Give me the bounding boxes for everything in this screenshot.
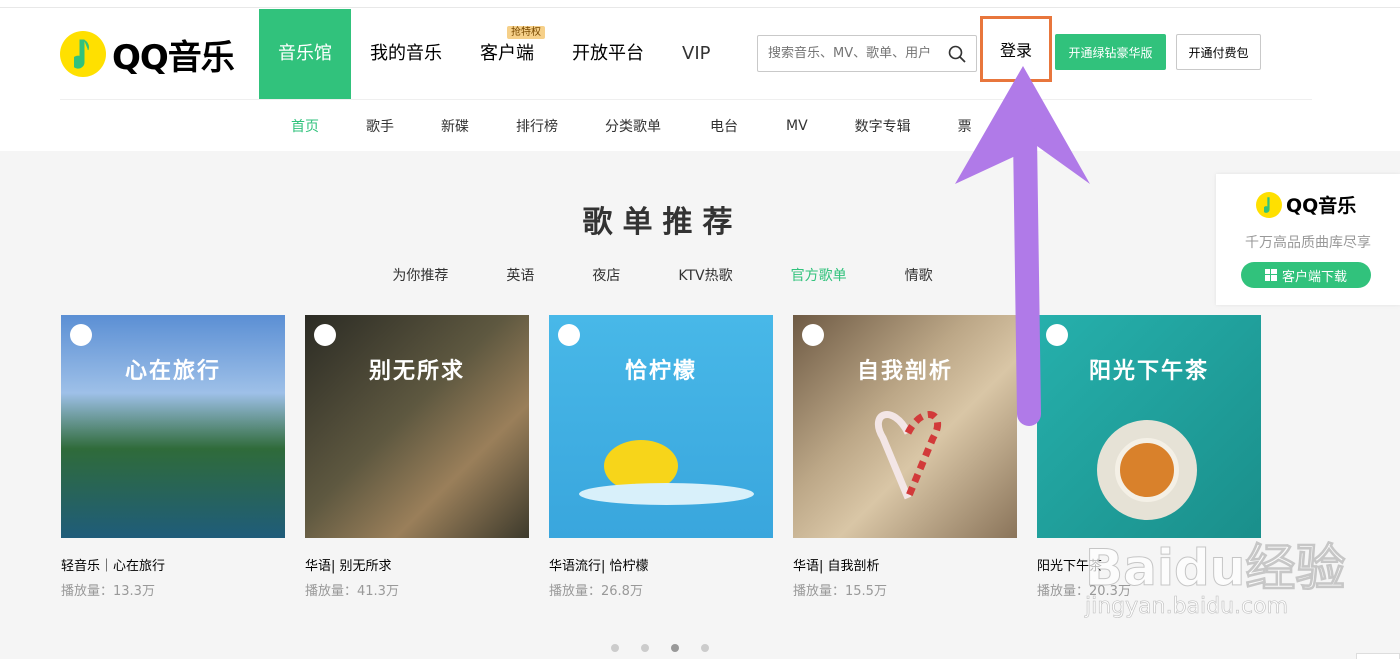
cover-title: 心在旅行 [124, 359, 221, 384]
subnav-mv[interactable]: MV [786, 118, 808, 134]
sub-nav: 首页 歌手 新碟 排行榜 分类歌单 电台 MV 数字专辑 票 [0, 100, 1400, 151]
playlist-card[interactable]: 别无所求 华语| 别无所求 播放量：41.3万 [305, 315, 529, 599]
nav-vip[interactable]: VIP [663, 9, 729, 99]
play-count: 播放量：26.8万 [549, 584, 643, 599]
search-box[interactable] [757, 35, 977, 72]
subnav-singers[interactable]: 歌手 [366, 116, 394, 136]
nav-client-label: 客户端 [480, 43, 534, 64]
qq-music-small-icon [70, 324, 92, 346]
client-download-label: 客户端下载 [1281, 269, 1347, 285]
nav-open-platform[interactable]: 开放平台 [553, 9, 663, 99]
carousel-dot[interactable] [611, 644, 619, 652]
tag-english[interactable]: 英语 [506, 265, 534, 285]
subnav-playlists[interactable]: 分类歌单 [605, 116, 661, 136]
play-count: 播放量：13.3万 [61, 584, 155, 599]
corner-tab [1356, 653, 1400, 659]
promo-brand: QQ音乐 [1286, 195, 1357, 217]
playlist-name[interactable]: 轻音乐｜心在旅行 [61, 555, 285, 574]
playlist-cover[interactable]: 别无所求 [305, 315, 529, 538]
qq-music-small-icon [802, 324, 824, 346]
play-count: 播放量：15.5万 [793, 584, 887, 599]
qq-music-small-icon [1046, 324, 1068, 346]
tag-ktv[interactable]: KTV热歌 [678, 265, 732, 285]
client-download-button[interactable]: 客户端下载 [1241, 262, 1371, 288]
client-promo-panel: QQ音乐 千万高品质曲库尽享 客户端下载 [1216, 174, 1400, 305]
promo-subtitle: 千万高品质曲库尽享 [1245, 235, 1371, 251]
header: QQ音乐 音乐馆 我的音乐 客户端 抢特权 开放平台 VIP 登录 开通绿钻豪华… [0, 9, 1400, 99]
play-count: 播放量：41.3万 [305, 584, 399, 599]
playlist-card[interactable]: 心在旅行 轻音乐｜心在旅行 播放量：13.3万 [61, 315, 285, 599]
carousel-dot[interactable] [641, 644, 649, 652]
nav-client[interactable]: 客户端 抢特权 [461, 9, 553, 99]
tag-official[interactable]: 官方歌单 [791, 265, 847, 285]
qq-music-small-icon [314, 324, 336, 346]
subnav-charts[interactable]: 排行榜 [516, 116, 558, 136]
client-badge: 抢特权 [507, 26, 545, 39]
paid-package-button[interactable]: 开通付费包 [1176, 34, 1261, 70]
subnav-tickets[interactable]: 票 [958, 116, 972, 136]
nav-my-music[interactable]: 我的音乐 [351, 9, 461, 99]
login-button[interactable]: 登录 [980, 16, 1052, 82]
playlist-cover[interactable]: 恰柠檬 [549, 315, 773, 538]
cover-title: 恰柠檬 [624, 359, 697, 384]
cover-title: 阳光下午茶 [1088, 359, 1209, 384]
search-input[interactable] [768, 46, 948, 61]
top-bar [0, 0, 1400, 8]
play-count: 播放量：20.3万 [1037, 584, 1131, 599]
subnav-radio[interactable]: 电台 [710, 116, 738, 136]
qq-music-small-icon [558, 324, 580, 346]
playlist-cover[interactable]: 自我剖析 [793, 315, 1017, 538]
promo-logo: QQ音乐 [1256, 191, 1356, 218]
playlist-card[interactable]: 自我剖析 华语| 自我剖析 播放量：15.5万 [793, 315, 1017, 599]
section-title: 歌单推荐 [582, 205, 743, 240]
subnav-new-albums[interactable]: 新碟 [441, 116, 469, 136]
logo-text: QQ音乐 [112, 37, 235, 78]
plate-image [579, 483, 754, 505]
nav-music-hall[interactable]: 音乐馆 [259, 9, 351, 99]
tag-love-songs[interactable]: 情歌 [905, 265, 933, 285]
playlist-name[interactable]: 阳光下午茶 [1037, 555, 1261, 574]
qq-music-logo-icon [1256, 191, 1282, 218]
carousel-dot-active[interactable] [671, 644, 679, 652]
search-icon[interactable] [948, 45, 966, 63]
main-nav: 音乐馆 我的音乐 客户端 抢特权 开放平台 VIP [259, 9, 729, 99]
cover-title: 自我剖析 [856, 359, 953, 384]
subnav-home[interactable]: 首页 [291, 116, 319, 136]
cover-title: 别无所求 [368, 359, 465, 384]
logo[interactable]: QQ音乐 [60, 30, 235, 78]
windows-icon [1264, 269, 1277, 281]
playlist-card[interactable]: 阳光下午茶 阳光下午茶 播放量：20.3万 [1037, 315, 1261, 599]
green-vip-button[interactable]: 开通绿钻豪华版 [1055, 34, 1166, 70]
subnav-digital-albums[interactable]: 数字专辑 [855, 116, 911, 136]
playlist-cards: 心在旅行 轻音乐｜心在旅行 播放量：13.3万 别无所求 华语| 别无所求 播放… [61, 315, 1281, 599]
playlist-name[interactable]: 华语流行| 恰柠檬 [549, 555, 773, 574]
main-content: 歌单推荐 为你推荐 英语 夜店 KTV热歌 官方歌单 情歌 心在旅行 轻音乐｜心… [0, 151, 1400, 659]
playlist-cover[interactable]: 阳光下午茶 [1037, 315, 1261, 538]
tag-recommended[interactable]: 为你推荐 [392, 265, 448, 285]
playlist-cover[interactable]: 心在旅行 [61, 315, 285, 538]
carousel-dots [611, 644, 731, 652]
playlist-tags: 为你推荐 英语 夜店 KTV热歌 官方歌单 情歌 [0, 265, 1325, 285]
playlist-name[interactable]: 华语| 自我剖析 [793, 555, 1017, 574]
candy-heart-image [874, 411, 942, 500]
qq-music-logo-icon [60, 31, 106, 77]
carousel-dot[interactable] [701, 644, 709, 652]
playlist-name[interactable]: 华语| 别无所求 [305, 555, 529, 574]
tea-cup-image [1115, 438, 1179, 502]
playlist-card[interactable]: 恰柠檬 华语流行| 恰柠檬 播放量：26.8万 [549, 315, 773, 599]
tag-nightclub[interactable]: 夜店 [592, 265, 620, 285]
